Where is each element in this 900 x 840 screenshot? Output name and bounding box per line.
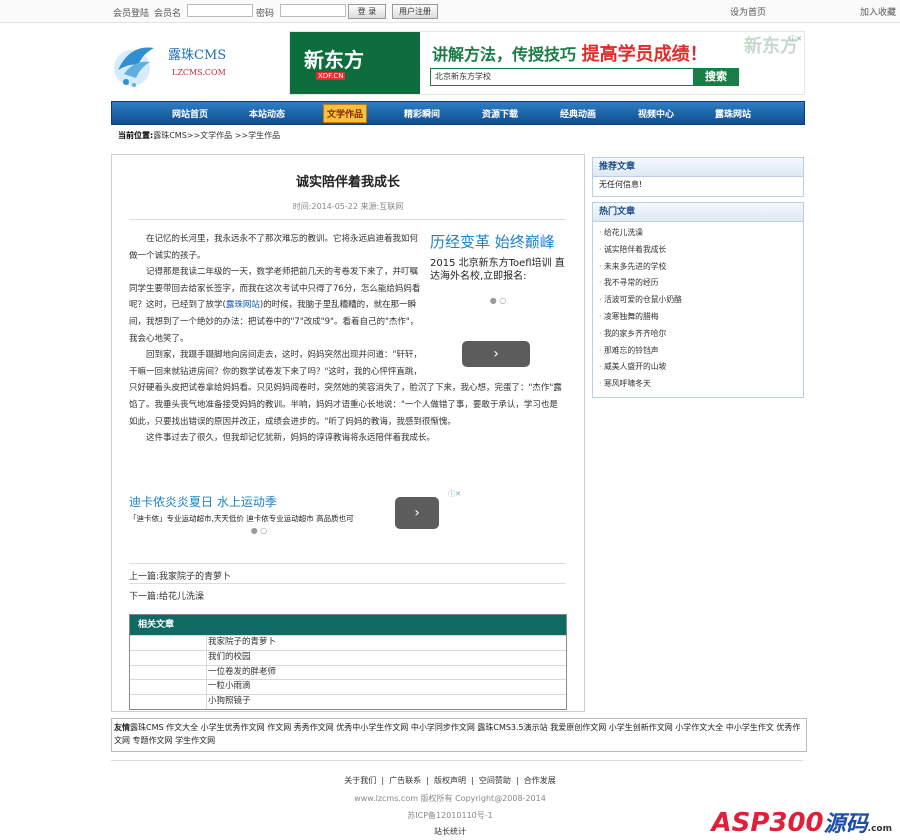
recommended-empty: 无任何信息! [599, 180, 643, 189]
footer-link-sponsor[interactable]: 空间赞助 [479, 776, 511, 785]
footer-link-copyright[interactable]: 版权声明 [434, 776, 466, 785]
xdf-brand-sub: XDF.CN [316, 72, 346, 80]
dewdrop-logo-icon [114, 47, 154, 87]
popular-list: 给花儿洗澡 诚实陪伴着我成长 未来多先进的学校 我不寻常的经历 活波可爱的仓鼠小… [593, 222, 803, 396]
list-item[interactable]: 一位卷发的胖老师 [130, 664, 566, 680]
article-body: 历经变革 始终巅峰 2015 北京新东方Toefl培训 直达海外名校,立即报名:… [129, 231, 566, 447]
related-item-label[interactable]: 一位卷发的胖老师 [208, 666, 276, 680]
xdf-brand-block: 新东方 XDF.CN [290, 32, 420, 94]
footer-links: 关于我们 | 广告联系 | 版权声明 | 空间赞助 | 合作发展 [344, 776, 556, 785]
divider [129, 583, 566, 584]
float-ad-headline: 历经变革 始终巅峰 [430, 233, 555, 251]
list-item[interactable]: 活波可爱的仓鼠小奶酪 [599, 292, 797, 309]
article-title: 诚实陪伴着我成长 [295, 175, 400, 190]
watermark-brand: ASP300 [711, 808, 824, 838]
float-ad-dots[interactable]: ● ○ [430, 293, 566, 310]
float-ad-next-button[interactable]: › [462, 341, 530, 367]
list-item[interactable]: 寒风呼啸冬天 [599, 376, 797, 393]
list-item[interactable]: 凌寒独舞的腊梅 [599, 309, 797, 326]
register-button[interactable]: 用户注册 [392, 4, 438, 19]
footer-divider [111, 760, 803, 761]
logo-name: 露珠CMS [168, 48, 227, 63]
article-paragraph: 这件事过去了很久，但我却记忆犹新，妈妈的谆谆教诲将永远陪伴着我成长。 [146, 433, 436, 444]
divider [129, 219, 566, 220]
list-item[interactable]: 威美人盛开的山坡 [599, 359, 797, 376]
related-heading: 相关文章 [130, 615, 566, 635]
float-ad-text: 2015 北京新东方Toefl培训 直达海外名校,立即报名: [430, 258, 565, 282]
banner-slogan: 讲解方法，传授技巧 提高学员成绩！ [432, 40, 708, 66]
header-banner-ad[interactable]: 新东方 XDF.CN 讲解方法，传授技巧 提高学员成绩！ 北京新东方学校 搜索 … [289, 31, 805, 95]
ad-close-icon[interactable]: ⓘ✕ [789, 34, 802, 44]
nav-item-moments[interactable]: 精彩瞬间 [404, 107, 440, 120]
nav-item-animation[interactable]: 经典动画 [560, 107, 596, 120]
list-item[interactable]: 一粒小雨滴 [130, 679, 566, 694]
related-item-label[interactable]: 小狗照镜子 [208, 695, 251, 709]
list-item[interactable]: 我不寻常的经历 [599, 275, 797, 292]
recommended-box: 推荐文章 无任何信息! [592, 157, 804, 197]
add-favorite-link[interactable]: 加入收藏 [860, 5, 896, 18]
inline-ad-next-button[interactable]: › [395, 497, 439, 529]
breadcrumb-path[interactable]: 露珠CMS>>文学作品 >>学生作品 [153, 131, 280, 140]
inline-ad[interactable]: 迪卡侬炎炎夏日 水上运动季 「迪卡侬」专业运动超市,天天低价 迪卡侬专业运动超市… [129, 490, 461, 537]
footer-link-ads[interactable]: 广告联系 [389, 776, 421, 785]
friend-links-label: 友情 [114, 723, 130, 732]
set-home-link[interactable]: 设为首页 [730, 5, 766, 18]
site-logo[interactable]: 露珠CMS LZCMS.COM [112, 40, 232, 96]
related-item-label[interactable]: 我家院子的青萝卜 [208, 636, 276, 650]
list-item[interactable]: 那难忘的铃铛声 [599, 343, 797, 360]
nav-item-video[interactable]: 视频中心 [638, 107, 674, 120]
top-bar: 会员登陆 会员名 密码 登 录 用户注册 设为首页 加入收藏 [0, 0, 900, 23]
breadcrumb-label: 当前位置: [118, 131, 154, 140]
nav-item-sites[interactable]: 露珠网站 [715, 107, 751, 120]
footer-link-cooperate[interactable]: 合作发展 [524, 776, 556, 785]
login-button[interactable]: 登 录 [348, 4, 386, 19]
prev-article-link[interactable]: 上一篇:我家院子的青萝卜 [129, 569, 231, 582]
popular-heading: 热门文章 [593, 203, 803, 222]
nav-item-literature[interactable]: 文学作品 [323, 104, 368, 123]
recommended-heading: 推荐文章 [593, 158, 803, 177]
password-label: 密码 [256, 9, 275, 19]
ad-close-icon[interactable]: ⓘ✕ [448, 489, 461, 499]
list-item[interactable]: 我们的校园 [130, 649, 566, 665]
main-nav: 网站首页 本站动态 文学作品 精彩瞬间 资源下载 经典动画 视频中心 露珠网站 [111, 101, 805, 125]
banner-search-button[interactable]: 搜索 [693, 68, 739, 86]
list-item[interactable]: 我的家乡齐齐哈尔 [599, 326, 797, 343]
list-item[interactable]: 诚实陪伴着我成长 [599, 242, 797, 259]
list-item[interactable]: 我家院子的青萝卜 [130, 635, 566, 650]
nav-item-downloads[interactable]: 资源下载 [482, 107, 518, 120]
breadcrumb: 当前位置:露珠CMS>>文学作品 >>学生作品 [118, 130, 280, 141]
banner-search-input[interactable]: 北京新东方学校 [430, 68, 698, 86]
popular-box: 热门文章 给花儿洗澡 诚实陪伴着我成长 未来多先进的学校 我不寻常的经历 活波可… [592, 202, 804, 398]
divider [129, 563, 566, 564]
list-item[interactable]: 小狗照镜子 [130, 694, 566, 709]
banner-slogan-hot: 提高学员成绩！ [581, 44, 708, 65]
member-login-label: 会员登陆 [113, 9, 150, 19]
inline-ad-dots[interactable]: ● ○ [129, 526, 389, 535]
related-articles: 相关文章 我家院子的青萝卜 我们的校园 一位卷发的胖老师 一粒小雨滴 小狗照镜子 [129, 614, 567, 710]
watermark-sub: .com [867, 824, 892, 834]
nav-item-news[interactable]: 本站动态 [249, 107, 285, 120]
asp300-watermark: ASP300源码.com [711, 806, 892, 838]
footer-link-about[interactable]: 关于我们 [344, 776, 376, 785]
article-panel: 诚实陪伴着我成长 时间:2014-05-22 来源:互联网 历经变革 始终巅峰 … [111, 154, 585, 712]
friend-links-list[interactable]: 露珠CMS 作文大全 小学生优秀作文网 作文网 秀秀作文网 优秀中小学生作文网 … [114, 723, 800, 745]
logo-url: LZCMS.COM [172, 68, 226, 77]
nav-item-home[interactable]: 网站首页 [172, 107, 208, 120]
inline-site-link[interactable]: 露珠网站 [226, 300, 260, 310]
list-item[interactable]: 未来多先进的学校 [599, 259, 797, 276]
watermark-cn: 源码 [823, 812, 868, 837]
footer-copyright: www.lzcms.com 版权所有 Copyright@2008-2014 [354, 794, 546, 803]
article-meta: 时间:2014-05-22 来源:互联网 [292, 202, 404, 211]
username-input[interactable] [187, 4, 253, 17]
float-ad[interactable]: 历经变革 始终巅峰 2015 北京新东方Toefl培训 直达海外名校,立即报名:… [430, 231, 566, 375]
friend-links: 友情露珠CMS 作文大全 小学生优秀作文网 作文网 秀秀作文网 优秀中小学生作文… [111, 718, 807, 752]
username-label: 会员名 [154, 9, 182, 19]
xdf-brand-name: 新东方 [304, 48, 364, 72]
related-item-label[interactable]: 我们的校园 [208, 651, 251, 665]
next-article-link[interactable]: 下一篇:给花儿洗澡 [129, 589, 204, 602]
banner-slogan-prefix: 讲解方法，传授技巧 [432, 45, 577, 64]
list-item[interactable]: 给花儿洗澡 [599, 225, 797, 242]
password-input[interactable] [280, 4, 346, 17]
related-item-label[interactable]: 一粒小雨滴 [208, 680, 251, 694]
